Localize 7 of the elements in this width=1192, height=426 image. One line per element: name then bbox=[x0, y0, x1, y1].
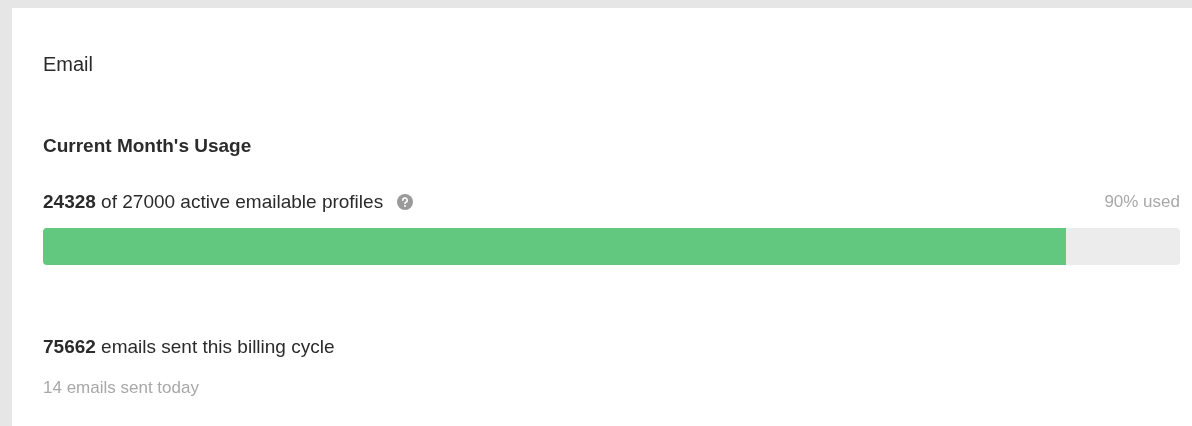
usage-heading: Current Month's Usage bbox=[43, 134, 252, 158]
emails-sent-summary: 75662 emails sent this billing cycle bbox=[43, 335, 335, 359]
profiles-summary: 24328 of 27000 active emailable profiles bbox=[43, 190, 384, 214]
section-title: Email bbox=[43, 52, 93, 76]
usage-percent: 90% used bbox=[1104, 191, 1180, 213]
help-icon[interactable] bbox=[397, 194, 414, 210]
emails-today: 14 emails sent today bbox=[43, 377, 199, 399]
